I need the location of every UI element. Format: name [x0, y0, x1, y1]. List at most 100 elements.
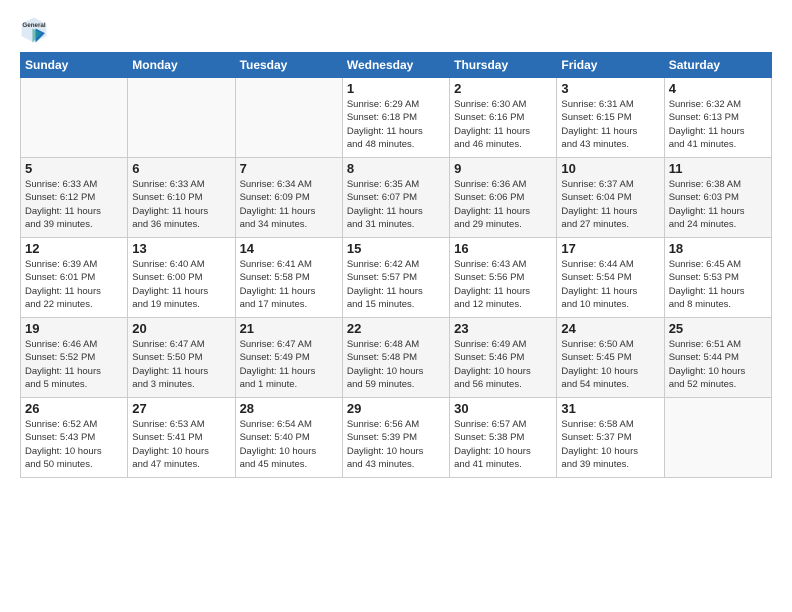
day-number: 28 — [240, 401, 338, 416]
day-number: 25 — [669, 321, 767, 336]
day-number: 29 — [347, 401, 445, 416]
day-number: 5 — [25, 161, 123, 176]
day-info: Sunrise: 6:29 AM Sunset: 6:18 PM Dayligh… — [347, 98, 445, 151]
calendar-cell: 11Sunrise: 6:38 AM Sunset: 6:03 PM Dayli… — [664, 158, 771, 238]
weekday-header-friday: Friday — [557, 53, 664, 78]
calendar-cell: 19 Sunrise: 6:46 AM Sunset: 5:52 PM Dayli… — [21, 318, 128, 398]
weekday-header-thursday: Thursday — [450, 53, 557, 78]
day-number: 10 — [561, 161, 659, 176]
day-info: Sunrise: 6:54 AM Sunset: 5:40 PM Dayligh… — [240, 418, 338, 471]
calendar-table: SundayMondayTuesdayWednesdayThursdayFrid… — [20, 52, 772, 478]
calendar-cell: 6 Sunrise: 6:33 AM Sunset: 6:10 PM Daylig… — [128, 158, 235, 238]
day-info: Sunrise: 6:47 AM Sunset: 5:49 PM Dayligh… — [240, 338, 338, 391]
calendar-cell: 21 Sunrise: 6:47 AM Sunset: 5:49 PM Dayli… — [235, 318, 342, 398]
day-number: 19 — [25, 321, 123, 336]
logo-icon: General — [20, 16, 48, 44]
calendar-cell: 18 Sunrise: 6:45 AM Sunset: 5:53 PM Dayli… — [664, 238, 771, 318]
day-info: Sunrise: 6:58 AM Sunset: 5:37 PM Dayligh… — [561, 418, 659, 471]
day-info: Sunrise: 6:50 AM Sunset: 5:45 PM Dayligh… — [561, 338, 659, 391]
calendar-cell: 9Sunrise: 6:36 AM Sunset: 6:06 PM Daylig… — [450, 158, 557, 238]
calendar-cell: 16 Sunrise: 6:43 AM Sunset: 5:56 PM Dayli… — [450, 238, 557, 318]
day-number: 26 — [25, 401, 123, 416]
calendar-cell: 29 Sunrise: 6:56 AM Sunset: 5:39 PM Dayli… — [342, 398, 449, 478]
day-info: Sunrise: 6:35 AM Sunset: 6:07 PM Dayligh… — [347, 178, 445, 231]
day-number: 2 — [454, 81, 552, 96]
day-info: Sunrise: 6:31 AM Sunset: 6:15 PM Dayligh… — [561, 98, 659, 151]
day-number: 16 — [454, 241, 552, 256]
day-info: Sunrise: 6:33 AM Sunset: 6:12 PM Dayligh… — [25, 178, 123, 231]
calendar-cell: 7 Sunrise: 6:34 AM Sunset: 6:09 PM Daylig… — [235, 158, 342, 238]
calendar-cell — [235, 78, 342, 158]
day-number: 15 — [347, 241, 445, 256]
day-info: Sunrise: 6:30 AM Sunset: 6:16 PM Dayligh… — [454, 98, 552, 151]
day-info: Sunrise: 6:34 AM Sunset: 6:09 PM Dayligh… — [240, 178, 338, 231]
header: General — [20, 16, 772, 44]
day-info: Sunrise: 6:49 AM Sunset: 5:46 PM Dayligh… — [454, 338, 552, 391]
day-info: Sunrise: 6:57 AM Sunset: 5:38 PM Dayligh… — [454, 418, 552, 471]
day-number: 18 — [669, 241, 767, 256]
day-number: 8 — [347, 161, 445, 176]
day-info: Sunrise: 6:40 AM Sunset: 6:00 PM Dayligh… — [132, 258, 230, 311]
page-container: General SundayMondayTuesdayWednesdayThur… — [0, 0, 792, 488]
calendar-cell: 27Sunrise: 6:53 AM Sunset: 5:41 PM Dayli… — [128, 398, 235, 478]
day-number: 23 — [454, 321, 552, 336]
day-number: 13 — [132, 241, 230, 256]
day-number: 17 — [561, 241, 659, 256]
calendar-cell: 30 Sunrise: 6:57 AM Sunset: 5:38 PM Dayli… — [450, 398, 557, 478]
calendar-cell: 15 Sunrise: 6:42 AM Sunset: 5:57 PM Dayli… — [342, 238, 449, 318]
calendar-cell: 5 Sunrise: 6:33 AM Sunset: 6:12 PM Daylig… — [21, 158, 128, 238]
weekday-header-saturday: Saturday — [664, 53, 771, 78]
day-info: Sunrise: 6:53 AM Sunset: 5:41 PM Dayligh… — [132, 418, 230, 471]
day-number: 9 — [454, 161, 552, 176]
day-number: 4 — [669, 81, 767, 96]
calendar-cell: 1 Sunrise: 6:29 AM Sunset: 6:18 PM Daylig… — [342, 78, 449, 158]
calendar-cell: 2 Sunrise: 6:30 AM Sunset: 6:16 PM Daylig… — [450, 78, 557, 158]
calendar-week-3: 12 Sunrise: 6:39 AM Sunset: 6:01 PM Dayli… — [21, 238, 772, 318]
calendar-week-4: 19 Sunrise: 6:46 AM Sunset: 5:52 PM Dayli… — [21, 318, 772, 398]
calendar-cell — [664, 398, 771, 478]
calendar-cell: 8 Sunrise: 6:35 AM Sunset: 6:07 PM Daylig… — [342, 158, 449, 238]
day-number: 6 — [132, 161, 230, 176]
day-info: Sunrise: 6:41 AM Sunset: 5:58 PM Dayligh… — [240, 258, 338, 311]
calendar-cell: 10 Sunrise: 6:37 AM Sunset: 6:04 PM Dayli… — [557, 158, 664, 238]
day-number: 11 — [669, 161, 767, 176]
weekday-header-wednesday: Wednesday — [342, 53, 449, 78]
calendar-cell: 3 Sunrise: 6:31 AM Sunset: 6:15 PM Daylig… — [557, 78, 664, 158]
calendar-cell: 24 Sunrise: 6:50 AM Sunset: 5:45 PM Dayli… — [557, 318, 664, 398]
day-info: Sunrise: 6:42 AM Sunset: 5:57 PM Dayligh… — [347, 258, 445, 311]
day-number: 1 — [347, 81, 445, 96]
weekday-header-row: SundayMondayTuesdayWednesdayThursdayFrid… — [21, 53, 772, 78]
weekday-header-sunday: Sunday — [21, 53, 128, 78]
day-number: 3 — [561, 81, 659, 96]
day-number: 20 — [132, 321, 230, 336]
day-info: Sunrise: 6:48 AM Sunset: 5:48 PM Dayligh… — [347, 338, 445, 391]
day-number: 7 — [240, 161, 338, 176]
calendar-cell: 12 Sunrise: 6:39 AM Sunset: 6:01 PM Dayli… — [21, 238, 128, 318]
logo: General — [20, 16, 52, 44]
calendar-cell: 14 Sunrise: 6:41 AM Sunset: 5:58 PM Dayli… — [235, 238, 342, 318]
day-info: Sunrise: 6:39 AM Sunset: 6:01 PM Dayligh… — [25, 258, 123, 311]
calendar-cell: 31 Sunrise: 6:58 AM Sunset: 5:37 PM Dayli… — [557, 398, 664, 478]
weekday-header-monday: Monday — [128, 53, 235, 78]
calendar-cell: 20Sunrise: 6:47 AM Sunset: 5:50 PM Dayli… — [128, 318, 235, 398]
day-number: 24 — [561, 321, 659, 336]
day-number: 12 — [25, 241, 123, 256]
calendar-cell: 4Sunrise: 6:32 AM Sunset: 6:13 PM Daylig… — [664, 78, 771, 158]
day-number: 31 — [561, 401, 659, 416]
day-info: Sunrise: 6:56 AM Sunset: 5:39 PM Dayligh… — [347, 418, 445, 471]
day-info: Sunrise: 6:46 AM Sunset: 5:52 PM Dayligh… — [25, 338, 123, 391]
calendar-cell — [21, 78, 128, 158]
calendar-cell: 26 Sunrise: 6:52 AM Sunset: 5:43 PM Dayli… — [21, 398, 128, 478]
day-number: 30 — [454, 401, 552, 416]
day-info: Sunrise: 6:37 AM Sunset: 6:04 PM Dayligh… — [561, 178, 659, 231]
day-number: 21 — [240, 321, 338, 336]
day-info: Sunrise: 6:43 AM Sunset: 5:56 PM Dayligh… — [454, 258, 552, 311]
day-info: Sunrise: 6:45 AM Sunset: 5:53 PM Dayligh… — [669, 258, 767, 311]
day-info: Sunrise: 6:51 AM Sunset: 5:44 PM Dayligh… — [669, 338, 767, 391]
calendar-week-2: 5 Sunrise: 6:33 AM Sunset: 6:12 PM Daylig… — [21, 158, 772, 238]
day-number: 14 — [240, 241, 338, 256]
day-info: Sunrise: 6:52 AM Sunset: 5:43 PM Dayligh… — [25, 418, 123, 471]
day-info: Sunrise: 6:44 AM Sunset: 5:54 PM Dayligh… — [561, 258, 659, 311]
weekday-header-tuesday: Tuesday — [235, 53, 342, 78]
day-info: Sunrise: 6:33 AM Sunset: 6:10 PM Dayligh… — [132, 178, 230, 231]
